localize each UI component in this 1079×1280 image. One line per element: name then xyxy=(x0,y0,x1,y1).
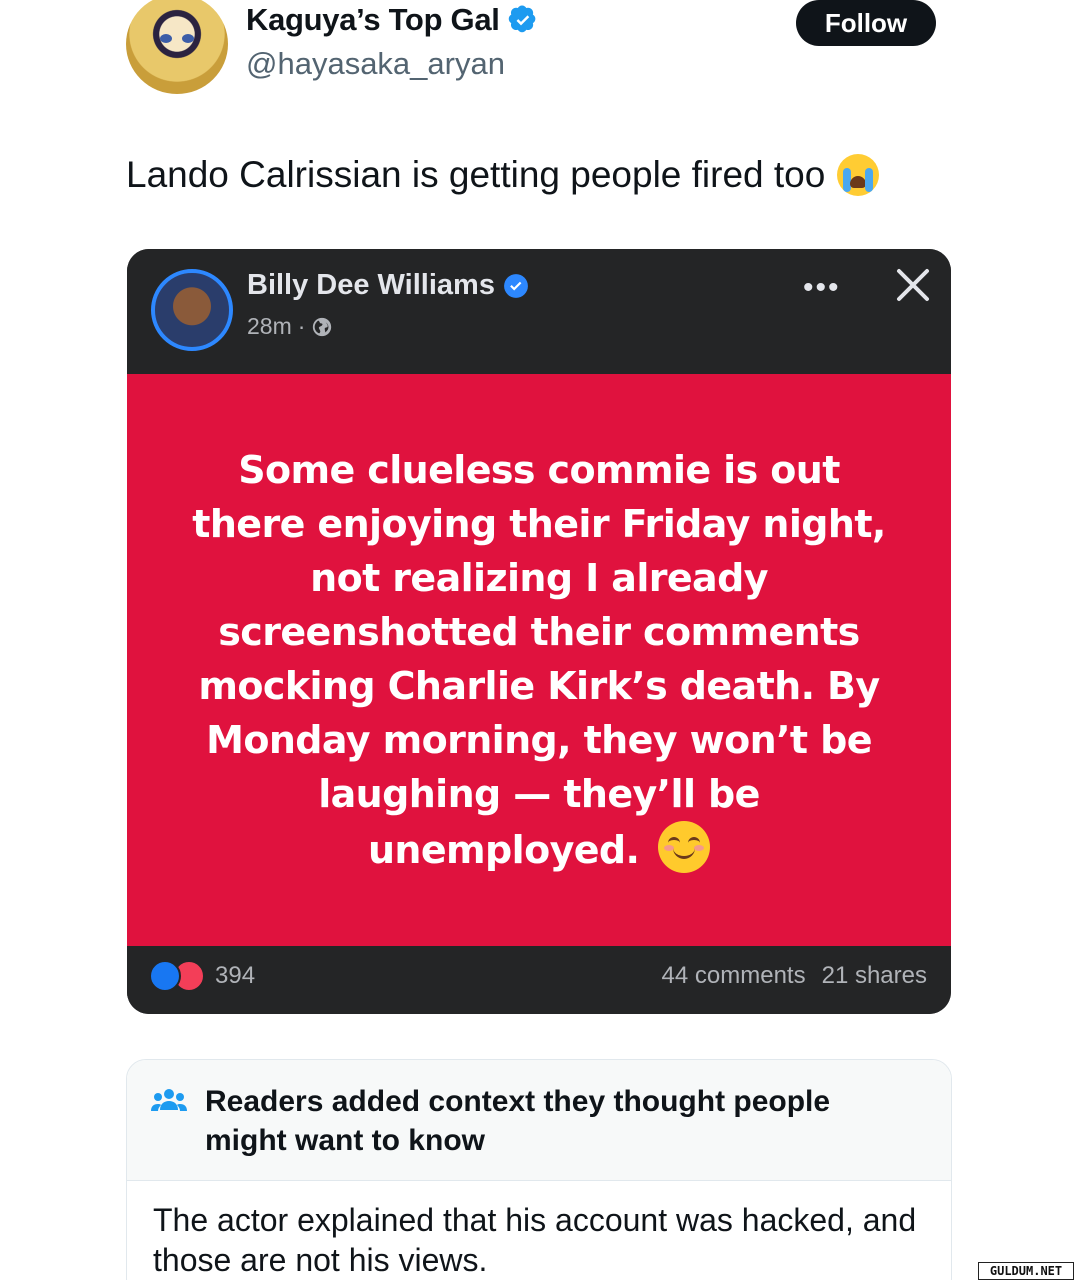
tweet-header: Kaguya’s Top Gal @hayasaka_aryan Follow xyxy=(126,0,936,100)
post-line: not realizing I already xyxy=(310,556,768,600)
globe-icon xyxy=(313,317,332,336)
avatar[interactable] xyxy=(126,0,228,94)
author-handle[interactable]: @hayasaka_aryan xyxy=(246,46,505,82)
post-line: there enjoying their Friday night, xyxy=(192,502,886,546)
reactions: 394 xyxy=(149,960,255,992)
close-icon xyxy=(897,269,929,301)
comments-count: 44 comments xyxy=(661,962,806,989)
post-stats: 44 comments 21 shares xyxy=(662,962,927,990)
author-display-name[interactable]: Kaguya’s Top Gal xyxy=(246,2,500,38)
embedded-post-author-row: Billy Dee Williams xyxy=(247,269,529,302)
post-line-last: unemployed. xyxy=(179,821,899,877)
post-line: mocking Charlie Kirk’s death. By xyxy=(198,664,880,708)
tweet-text: Lando Calrissian is getting people fired… xyxy=(126,154,880,196)
watermark: GULDUM.NET xyxy=(978,1262,1074,1280)
embedded-post-avatar xyxy=(151,269,233,351)
embedded-post-text: Some clueless commie is out there enjoyi… xyxy=(179,443,899,877)
follow-button[interactable]: Follow xyxy=(796,0,936,46)
post-line: Some clueless commie is out xyxy=(238,448,840,492)
tweet-text-content: Lando Calrissian is getting people fired… xyxy=(126,154,826,195)
embedded-post-body: Some clueless commie is out there enjoyi… xyxy=(127,374,951,946)
avatar-eye xyxy=(160,34,172,43)
post-line: screenshotted their comments xyxy=(218,610,860,654)
shares-count: 21 shares xyxy=(821,962,927,989)
verified-badge-icon xyxy=(508,5,535,33)
embedded-post-header: Billy Dee Williams 28m · ••• xyxy=(127,249,951,374)
more-options-button: ••• xyxy=(803,271,841,304)
community-note[interactable]: Readers added context they thought peopl… xyxy=(126,1059,952,1280)
community-note-title: Readers added context they thought peopl… xyxy=(205,1085,831,1157)
post-line: laughing — they’ll be xyxy=(318,772,760,816)
embedded-post-image[interactable]: Billy Dee Williams 28m · ••• Some cluele… xyxy=(127,249,951,1014)
people-icon xyxy=(151,1089,187,1111)
smiling-face-icon xyxy=(658,821,711,873)
loudly-crying-face-icon xyxy=(837,154,880,196)
post-line: unemployed. xyxy=(367,828,640,872)
community-note-body: The actor explained that his account was… xyxy=(153,1202,917,1278)
author-name-row[interactable]: Kaguya’s Top Gal xyxy=(246,2,538,38)
verified-badge-icon xyxy=(504,273,528,298)
embedded-post-time: 28m xyxy=(247,313,292,339)
avatar-eye xyxy=(182,34,194,43)
meta-separator: · xyxy=(297,313,306,339)
like-reaction-icon xyxy=(149,960,181,992)
post-line: Monday morning, they won’t be xyxy=(206,718,872,762)
embedded-post-meta: 28m · xyxy=(247,313,333,340)
community-note-header: Readers added context they thought peopl… xyxy=(127,1060,951,1181)
embedded-post-footer: 394 44 comments 21 shares xyxy=(127,946,951,1014)
reaction-count: 394 xyxy=(215,962,256,989)
embedded-post-author: Billy Dee Williams xyxy=(247,269,495,301)
